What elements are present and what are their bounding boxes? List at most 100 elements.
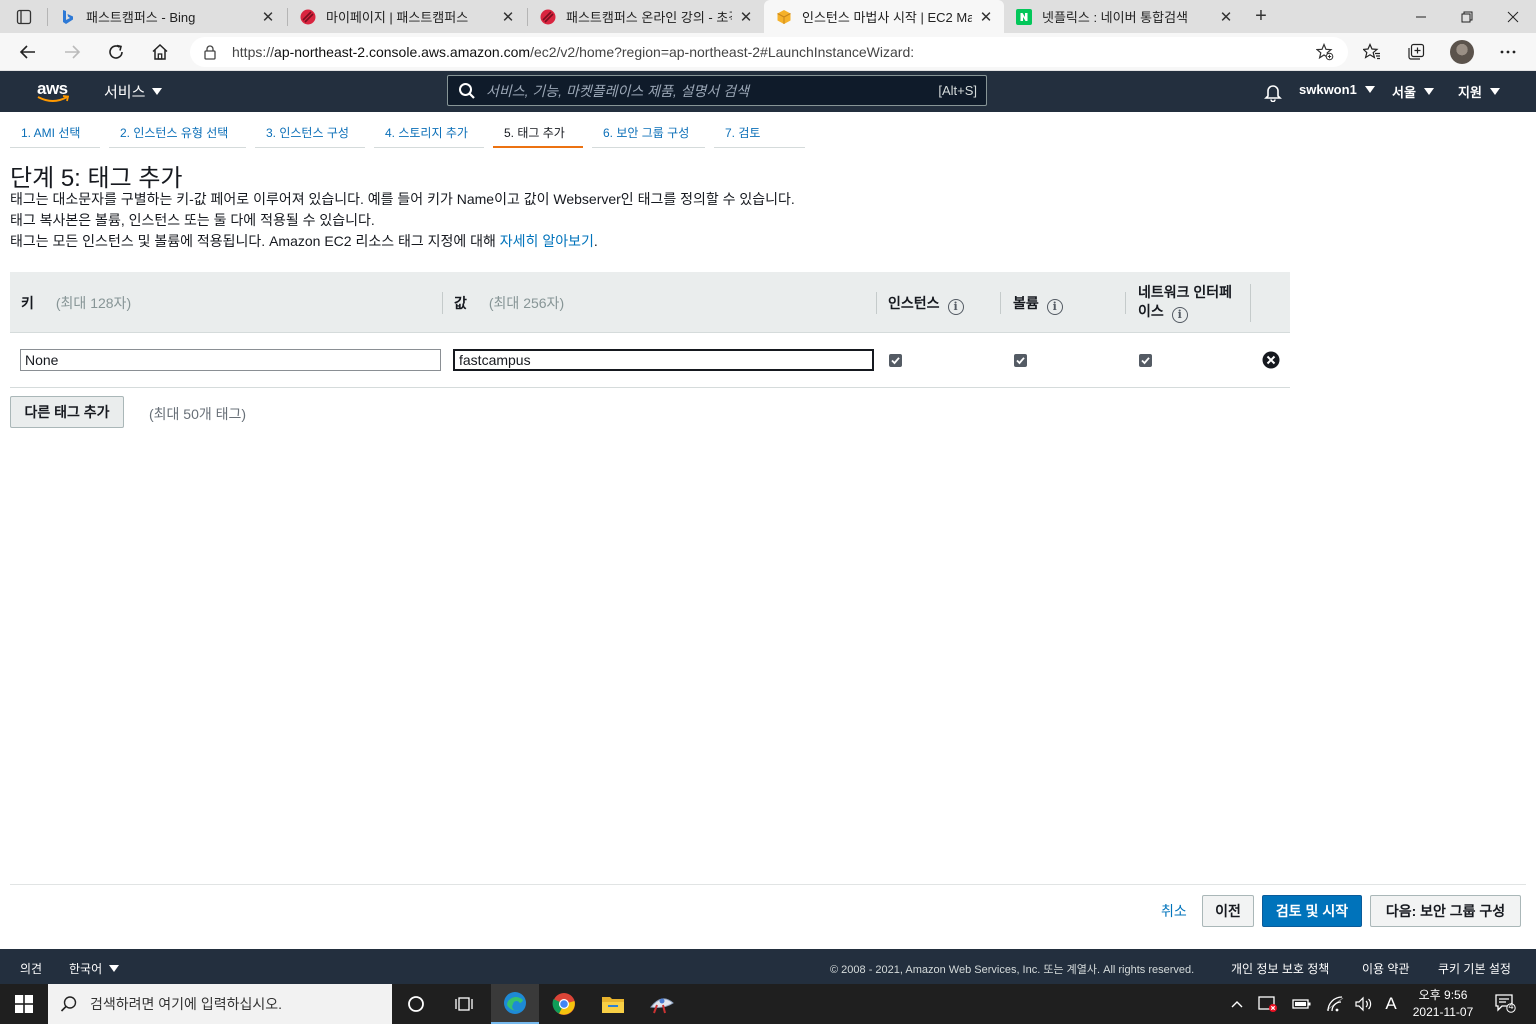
refresh-icon[interactable] xyxy=(102,38,130,66)
cortana-icon[interactable] xyxy=(392,984,440,1024)
aws-logo[interactable]: aws xyxy=(36,77,72,105)
browser-toolbar: https://ap-northeast-2.console.aws.amazo… xyxy=(0,33,1536,71)
lock-icon[interactable] xyxy=(202,44,218,60)
file-explorer-icon[interactable] xyxy=(589,984,637,1024)
copyright-text: © 2008 - 2021, Amazon Web Services, Inc.… xyxy=(830,964,1195,976)
step-add-tags[interactable]: 5. 태그 추가 xyxy=(493,116,583,148)
terms-link[interactable]: 이용 약관 xyxy=(1362,960,1410,977)
window-close-icon[interactable] xyxy=(1490,0,1536,33)
bell-icon[interactable] xyxy=(1263,82,1283,102)
taskbar-clock[interactable]: 오후 9:56 2021-11-07 xyxy=(1404,987,1482,1021)
services-menu[interactable]: 서비스 xyxy=(104,81,163,102)
input-method-indicator[interactable]: A xyxy=(1381,994,1401,1014)
browser-tab-ec2-wizard[interactable]: 인스턴스 마법사 시작 | EC2 Manag ✕ xyxy=(764,0,1004,33)
step-configure-instance[interactable]: 3. 인스턴스 구성 xyxy=(255,116,365,148)
instance-checkbox[interactable] xyxy=(889,354,902,367)
aws-cube-icon xyxy=(777,9,791,24)
next-security-group-button[interactable]: 다음: 보안 그룹 구성 xyxy=(1370,895,1521,927)
add-tag-hint: (최대 50개 태그) xyxy=(149,406,247,422)
close-icon[interactable]: ✕ xyxy=(978,9,994,26)
learn-more-link[interactable]: 자세히 알아보기 xyxy=(500,233,594,249)
description-line-2: 태그 복사본은 볼륨, 인스턴스 또는 둘 다에 적용될 수 있습니다. xyxy=(10,212,375,228)
tab-actions-icon[interactable] xyxy=(8,6,40,28)
show-hidden-icons-chevron-up-icon[interactable] xyxy=(1228,994,1246,1014)
remove-tag-icon[interactable] xyxy=(1262,351,1280,369)
cookie-preferences-link[interactable]: 쿠키 기본 설정 xyxy=(1438,960,1511,977)
add-another-tag-button[interactable]: 다른 태그 추가 xyxy=(10,396,124,428)
url-text: https://ap-northeast-2.console.aws.amazo… xyxy=(232,44,915,60)
search-icon xyxy=(459,82,475,99)
browser-tab-fastcampus-courses[interactable]: 패스트캠퍼스 온라인 강의 - 초격 ✕ xyxy=(528,0,764,33)
more-menu-icon[interactable] xyxy=(1494,38,1522,66)
language-selector[interactable]: 한국어 xyxy=(69,960,120,977)
chrome-icon[interactable] xyxy=(540,984,588,1024)
browser-tab-bing[interactable]: 패스트캠퍼스 - Bing ✕ xyxy=(48,0,286,33)
privacy-policy-link[interactable]: 개인 정보 보호 정책 xyxy=(1231,960,1329,977)
column-instances: 인스턴스 i xyxy=(888,293,964,315)
browser-tab-strip: 패스트캠퍼스 - Bing ✕ 마이페이지 | 패스트캠퍼스 ✕ 패스트캠퍼스 … xyxy=(0,0,1536,33)
notification-count: 4 xyxy=(1508,1001,1514,1011)
column-network-interfaces: 네트워크 인터페 이스 i xyxy=(1138,284,1233,323)
tab-title: 패스트캠퍼스 - Bing xyxy=(86,10,196,25)
restore-icon[interactable] xyxy=(1444,0,1490,33)
step-security-group[interactable]: 6. 보안 그룹 구성 xyxy=(592,116,705,148)
feedback-link[interactable]: 의견 xyxy=(20,960,42,977)
close-icon[interactable]: ✕ xyxy=(260,9,276,26)
account-menu[interactable]: swkwon1 xyxy=(1299,82,1375,97)
step-review[interactable]: 7. 검토 xyxy=(714,116,805,148)
windows-start-icon[interactable] xyxy=(0,984,48,1024)
bing-icon xyxy=(63,9,73,24)
address-bar[interactable]: https://ap-northeast-2.console.aws.amazo… xyxy=(190,37,1348,67)
add-favorite-star-icon[interactable] xyxy=(1316,43,1334,61)
review-and-launch-button[interactable]: 검토 및 시작 xyxy=(1262,895,1362,927)
column-value: 값 (최대 256자) xyxy=(454,295,565,311)
tab-title: 패스트캠퍼스 온라인 강의 - 초격 xyxy=(566,10,732,25)
volume-icon[interactable] xyxy=(1353,994,1375,1014)
info-icon[interactable]: i xyxy=(1171,306,1188,323)
remote-app-icon[interactable] xyxy=(638,984,686,1024)
tab-title: 인스턴스 마법사 시작 | EC2 Manag xyxy=(802,10,972,25)
caret-down-icon xyxy=(1423,88,1434,95)
browser-tab-naver[interactable]: 넷플릭스 : 네이버 통합검색 ✕ xyxy=(1004,0,1244,33)
edge-browser-icon[interactable] xyxy=(491,984,539,1024)
close-icon[interactable]: ✕ xyxy=(500,9,516,26)
aws-search-input[interactable]: 서비스, 기능, 마켓플레이스 제품, 설명서 검색 [Alt+S] xyxy=(447,75,987,106)
home-icon[interactable] xyxy=(146,38,174,66)
info-icon[interactable]: i xyxy=(947,298,964,315)
info-icon[interactable]: i xyxy=(1046,298,1063,315)
new-tab-plus-icon[interactable]: + xyxy=(1250,6,1272,28)
support-menu[interactable]: 지원 xyxy=(1458,82,1500,101)
cancel-link[interactable]: 취소 xyxy=(1161,901,1187,921)
battery-icon[interactable] xyxy=(1291,994,1313,1014)
volume-checkbox[interactable] xyxy=(1014,354,1027,367)
minimize-icon[interactable] xyxy=(1398,0,1444,33)
close-icon[interactable]: ✕ xyxy=(738,9,754,26)
close-icon[interactable]: ✕ xyxy=(1218,9,1234,26)
collections-icon[interactable] xyxy=(1402,38,1430,66)
network-interface-checkbox[interactable] xyxy=(1139,354,1152,367)
back-arrow-icon[interactable] xyxy=(14,38,42,66)
step-ami[interactable]: 1. AMI 선택 xyxy=(10,116,100,148)
tags-table: 키 (최대 128자) 값 (최대 256자) 인스턴스 i 볼륨 i 네트워크 인터페… xyxy=(10,272,1290,388)
caret-down-icon xyxy=(1489,88,1500,95)
tag-value-input[interactable] xyxy=(453,349,874,371)
wifi-icon[interactable] xyxy=(1324,994,1346,1014)
browser-tab-mypage[interactable]: 마이페이지 | 패스트캠퍼스 ✕ xyxy=(288,0,526,33)
aws-console-header: aws 서비스 서비스, 기능, 마켓플레이스 제품, 설명서 검색 [Alt+… xyxy=(0,71,1536,112)
fastcampus-icon xyxy=(540,9,556,24)
page-title: 단계 5: 태그 추가 xyxy=(10,165,183,192)
region-menu[interactable]: 서울 xyxy=(1392,82,1434,101)
security-center-icon[interactable] xyxy=(1257,994,1279,1014)
description-line-1: 태그는 대소문자를 구별하는 키-값 페어로 이루어져 있습니다. 예를 들어 … xyxy=(10,191,795,207)
step-add-storage[interactable]: 4. 스토리지 추가 xyxy=(374,116,484,148)
profile-avatar[interactable] xyxy=(1448,38,1476,66)
task-view-icon[interactable] xyxy=(440,984,488,1024)
taskbar-search-input[interactable]: 검색하려면 여기에 입력하십시오. xyxy=(48,984,392,1024)
previous-button[interactable]: 이전 xyxy=(1202,895,1254,927)
favorites-icon[interactable] xyxy=(1358,38,1386,66)
notification-center-icon[interactable]: 4 xyxy=(1492,993,1518,1013)
step-instance-type[interactable]: 2. 인스턴스 유형 선택 xyxy=(109,116,246,148)
forward-arrow-icon[interactable] xyxy=(58,38,86,66)
divider xyxy=(10,884,1526,885)
tag-key-input[interactable] xyxy=(20,349,441,371)
